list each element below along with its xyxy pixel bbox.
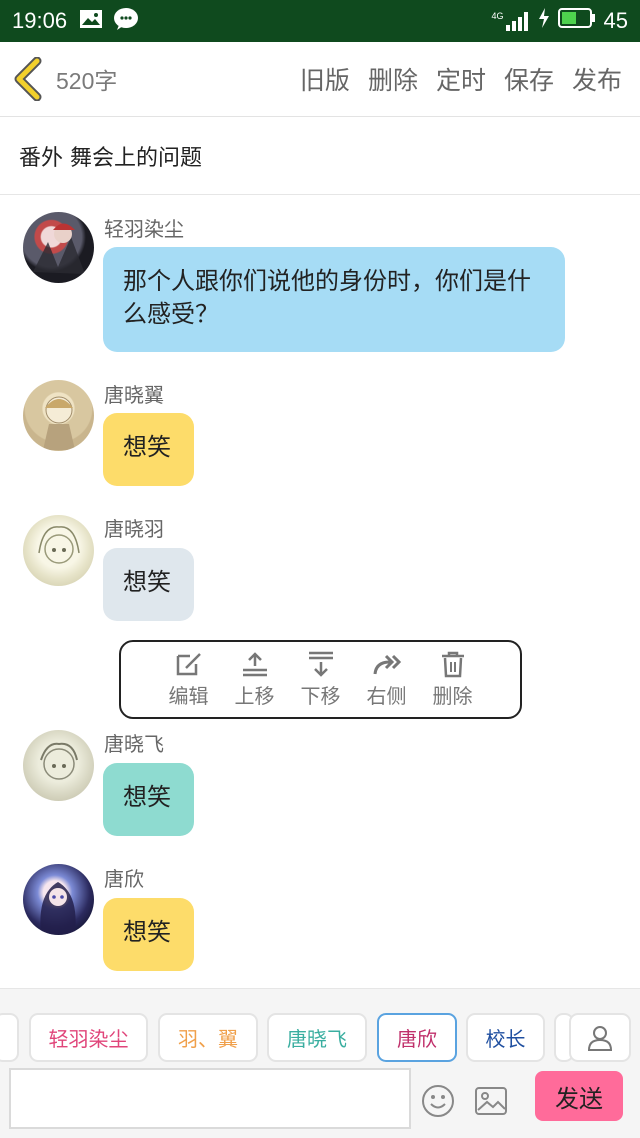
editor-header: 520字 旧版 删除 定时 保存 发布: [0, 42, 640, 117]
sender-name: 唐欣: [104, 867, 144, 891]
move-down-label: 下移: [300, 684, 341, 708]
save-button[interactable]: 保存: [504, 61, 554, 97]
old-version-button[interactable]: 旧版: [300, 61, 350, 97]
role-chip-label: 校长: [485, 1027, 526, 1051]
move-up-label: 上移: [234, 684, 275, 708]
role-chip-label: 羽、翼: [178, 1027, 238, 1051]
edit-icon: [176, 653, 201, 676]
sender-name: 唐晓翼: [104, 383, 164, 407]
avatar[interactable]: [23, 380, 94, 451]
word-count: 520字: [56, 68, 118, 94]
publish-button[interactable]: 发布: [572, 61, 622, 97]
message-context-menu: 编辑 上移 下移 右侧 删除: [119, 640, 522, 719]
right-side-action[interactable]: 右侧: [354, 650, 420, 717]
sender-name: 轻羽染尘: [104, 217, 184, 241]
emoji-button[interactable]: [420, 1083, 456, 1119]
move-up-action[interactable]: 上移: [222, 650, 288, 717]
message-bubble[interactable]: 想笑: [103, 548, 194, 621]
back-arrow-icon: [14, 57, 42, 101]
wechat-notification-icon: [113, 7, 139, 35]
back-button[interactable]: [0, 42, 56, 117]
emoji-icon: [422, 1085, 454, 1117]
image-button[interactable]: [473, 1083, 509, 1119]
role-manager-button[interactable]: [569, 1013, 631, 1062]
avatar[interactable]: [23, 515, 94, 586]
charging-icon: [538, 8, 550, 34]
message-bubble[interactable]: 想笑: [103, 898, 194, 971]
network-type: 4G: [491, 11, 504, 21]
message-bubble[interactable]: 想笑: [103, 413, 194, 486]
chat-list: 轻羽染尘 那个人跟你们说他的身份时，你们是什么感受？ 唐晓翼 想笑 唐晓羽 想笑…: [0, 196, 640, 988]
status-bar: 19:06 4G 45: [0, 0, 640, 42]
edit-label: 编辑: [168, 684, 209, 708]
role-chip[interactable]: 校长: [466, 1013, 545, 1062]
message-input[interactable]: [9, 1068, 411, 1129]
delete-label: 删除: [432, 684, 473, 708]
chapter-title[interactable]: 番外 舞会上的问题: [0, 117, 640, 195]
role-chip[interactable]: 羽、翼: [158, 1013, 258, 1062]
avatar[interactable]: [23, 864, 94, 935]
edit-action[interactable]: 编辑: [156, 650, 222, 717]
sender-name: 唐晓羽: [104, 517, 164, 541]
composer-panel: 轻羽染尘 羽、翼 唐晓飞 唐欣 校长 发送: [0, 988, 640, 1138]
role-chip-label: 唐欣: [397, 1027, 437, 1051]
image-icon: [475, 1087, 507, 1115]
role-chip-selected[interactable]: 唐欣: [377, 1013, 457, 1062]
battery-level: 45: [603, 8, 628, 33]
role-chip-label: 唐晓飞: [287, 1027, 347, 1051]
battery-icon: [557, 8, 596, 34]
sender-name: 唐晓飞: [104, 732, 164, 756]
trash-icon: [441, 651, 464, 678]
role-chip[interactable]: 轻羽染尘: [29, 1013, 148, 1062]
move-down-action[interactable]: 下移: [288, 650, 354, 717]
status-time: 19:06: [12, 8, 68, 33]
send-button[interactable]: 发送: [535, 1071, 623, 1121]
delete-action[interactable]: 删除: [420, 650, 486, 717]
role-chip[interactable]: 唐晓飞: [267, 1013, 367, 1062]
schedule-button[interactable]: 定时: [436, 61, 486, 97]
gallery-notification-icon: [79, 9, 103, 33]
signal-4g-icon: 4G: [492, 11, 530, 31]
avatar[interactable]: [23, 730, 94, 801]
delete-button[interactable]: 删除: [368, 61, 418, 97]
right-side-label: 右侧: [366, 684, 407, 708]
move-up-icon: [242, 652, 267, 677]
message-bubble[interactable]: 那个人跟你们说他的身份时，你们是什么感受？: [103, 247, 565, 352]
right-side-icon: [373, 654, 401, 675]
message-bubble[interactable]: 想笑: [103, 763, 194, 836]
move-down-icon: [308, 651, 333, 677]
role-chip-label: 轻羽染尘: [48, 1027, 129, 1051]
role-chip-partial[interactable]: [0, 1013, 19, 1062]
avatar[interactable]: [23, 212, 94, 283]
person-icon: [587, 1025, 613, 1051]
